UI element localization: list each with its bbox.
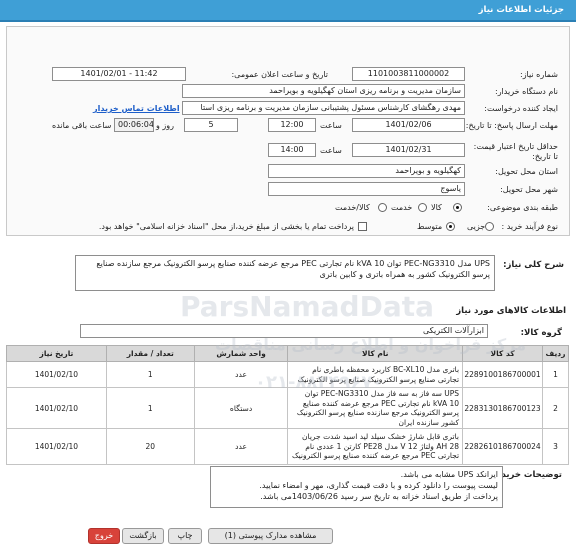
buyer-org-label: نام دستگاه خریدار: [495, 87, 558, 96]
cell-row: 1 [542, 361, 569, 388]
buyer-contact-link[interactable]: اطلاعات تماس خریدار [93, 104, 180, 113]
purchase-radio-medium[interactable] [446, 222, 455, 231]
category-radio-goods-service[interactable] [378, 203, 387, 212]
cell-row: 3 [542, 428, 569, 465]
need-number-field[interactable]: 1101003811000002 [352, 67, 465, 81]
category-option-service: خدمت [391, 203, 413, 212]
page-title: جزئیات اطلاعات نیاز [478, 5, 564, 15]
need-description-field[interactable]: UPS مدل PEC-NG3310 توان kVA 10 نام تجارت… [75, 255, 495, 291]
table-row: 3 2282610186700024 باتری قابل شارژ خشک س… [6, 428, 569, 465]
cell-code: 2283130186700123 [462, 387, 544, 429]
cell-name: باتری مدل BC-XL10 کاربرد محفظه باطری نام… [287, 361, 464, 388]
remaining-time-field: 00:06:04 [114, 118, 154, 132]
purchase-option-minor: جزیی [467, 222, 486, 231]
category-option-goods: کالا [431, 203, 442, 212]
cell-qty: 1 [105, 361, 195, 388]
category-radio-goods[interactable] [453, 203, 462, 212]
buyer-notes-field[interactable]: ایرانکد UPS مشابه می باشد. لیست پیوست را… [210, 466, 503, 508]
deadline-time-label: ساعت [320, 121, 342, 130]
cell-name: UPS سه فاز به سه فاز مدل PEC-NG3310 توان… [287, 387, 464, 429]
column-header-code: کد کالا [462, 345, 544, 362]
province-label: استان محل تحویل: [495, 167, 558, 176]
cell-date: 1401/02/10 [6, 428, 107, 465]
cell-qty: 1 [105, 387, 195, 429]
cell-date: 1401/02/10 [6, 361, 107, 388]
announce-date-label: تاریخ و ساعت اعلان عمومی: [231, 70, 328, 79]
validity-label: حداقل تاریخ اعتبار قیمت: تا تاریخ: [473, 142, 558, 161]
table-row: 2 2283130186700123 UPS سه فاز به سه فاز … [6, 387, 569, 429]
purchase-radio-minor[interactable] [485, 222, 494, 231]
validity-date-field[interactable]: 1401/02/31 [352, 143, 465, 157]
city-field[interactable]: یاسوج [268, 182, 465, 196]
announce-date-field[interactable]: 1401/02/01 - 11:42 [52, 67, 186, 81]
remaining-time-label: ساعت باقی مانده [52, 121, 112, 130]
goods-section-title: اطلاعات کالاهای مورد نیاز [456, 306, 566, 316]
cell-unit: عدد [193, 428, 289, 465]
creator-field[interactable]: مهدی رهگشای کارشناس مسئول پشتیبانی سازما… [182, 101, 465, 115]
need-description-label: شرح کلی نیاز: [503, 260, 564, 270]
city-label: شهر محل تحویل: [500, 185, 558, 194]
column-header-row: ردیف [542, 345, 569, 362]
cell-date: 1401/02/10 [6, 387, 107, 429]
cell-unit: دستگاه [193, 387, 289, 429]
province-field[interactable]: کهگیلویه و بویراحمد [268, 164, 465, 178]
buyer-note-line: پرداخت از طریق اسناد خزانه به تاریخ سر ر… [260, 492, 498, 501]
goods-group-label: گروه کالا: [520, 328, 562, 338]
category-radio-service[interactable] [418, 203, 427, 212]
cell-qty: 20 [105, 428, 195, 465]
days-label: روز و [156, 121, 174, 130]
deadline-label: مهلت ارسال پاسخ: تا تاریخ: [465, 121, 558, 130]
column-header-unit: واحد شمارش [193, 345, 289, 362]
purchase-option-medium: متوسط [417, 222, 443, 231]
view-attachments-button[interactable]: مشاهده مدارک پیوستی (1) [208, 528, 333, 544]
buyer-org-field[interactable]: سازمان مدیریت و برنامه ریزی استان کهگیلو… [182, 84, 465, 98]
print-button[interactable]: چاپ [168, 528, 202, 544]
column-header-qty: تعداد / مقدار [105, 345, 195, 362]
validity-time-label: ساعت [320, 146, 342, 155]
treasury-payment-checkbox[interactable] [358, 222, 367, 231]
treasury-payment-note: پرداخت تمام یا بخشی از مبلغ خرید،از محل … [98, 222, 354, 231]
days-field[interactable]: 5 [184, 118, 238, 132]
need-number-label: شماره نیاز: [520, 70, 558, 79]
deadline-date-field[interactable]: 1401/02/06 [352, 118, 465, 132]
deadline-time-field[interactable]: 12:00 [268, 118, 316, 132]
buyer-note-line: لیست پیوست را دانلود کرده و با دقت قیمت … [259, 481, 498, 490]
goods-group-field[interactable]: ابزارآلات الکتریکی [80, 324, 488, 338]
purchase-type-label: نوع فرآیند خرید : [501, 222, 558, 231]
category-label: طبقه بندی موضوعی: [487, 203, 558, 212]
goods-table: ردیف کد کالا نام کالا واحد شمارش تعداد /… [6, 345, 569, 465]
cell-unit: عدد [193, 361, 289, 388]
watermark-brand: ParsNamadData [180, 290, 434, 323]
cell-code: 2282610186700024 [462, 428, 544, 465]
back-button[interactable]: بازگشت [122, 528, 164, 544]
validity-time-field[interactable]: 14:00 [268, 143, 316, 157]
creator-label: ایجاد کننده درخواست: [484, 104, 558, 113]
column-header-date: تاریخ نیاز [6, 345, 107, 362]
goods-table-header: ردیف کد کالا نام کالا واحد شمارش تعداد /… [6, 345, 569, 362]
buyer-note-line: ایرانکد UPS مشابه می باشد. [400, 470, 498, 479]
cell-name: باتری قابل شارژ خشک سیلد لید اسید شدت جر… [287, 428, 464, 465]
exit-button[interactable]: خروج [88, 528, 120, 544]
column-header-name: نام کالا [287, 345, 464, 362]
cell-code: 2289100186700001 [462, 361, 544, 388]
cell-row: 2 [542, 387, 569, 429]
table-row: 1 2289100186700001 باتری مدل BC-XL10 کار… [6, 361, 569, 388]
category-option-goods-service: کالا/خدمت [335, 203, 370, 212]
page-title-bar: جزئیات اطلاعات نیاز [0, 0, 576, 22]
